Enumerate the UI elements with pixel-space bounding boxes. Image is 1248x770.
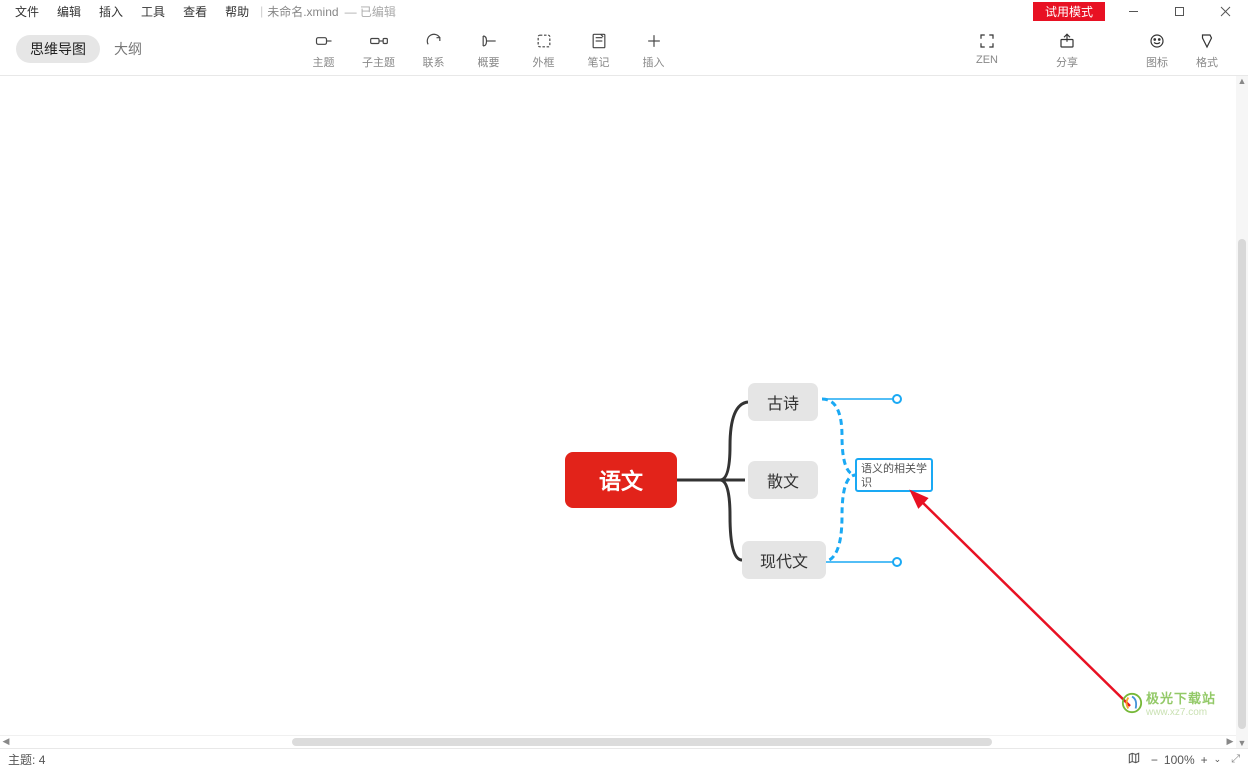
document-status: — 已编辑 (345, 3, 396, 20)
zoom-out-button[interactable]: − (1151, 753, 1158, 767)
topic-icon (296, 28, 351, 54)
child-node-3[interactable]: 现代文 (742, 541, 826, 579)
notes-icon (571, 28, 626, 54)
tool-insert-button[interactable]: 插入 (626, 28, 681, 70)
zoom-dropdown-button[interactable]: ⌄ (1214, 754, 1222, 765)
relationship-icon (406, 28, 461, 54)
watermark: 极光下载站 www.xz7.com (1121, 688, 1216, 718)
markers-icon (1132, 28, 1182, 54)
window-minimize-button[interactable] (1110, 0, 1156, 22)
child-node-2[interactable]: 散文 (748, 461, 818, 499)
menu-edit[interactable]: 编辑 (48, 3, 90, 20)
view-mindmap-button[interactable]: 思维导图 (16, 35, 100, 63)
menu-tools[interactable]: 工具 (132, 3, 174, 20)
title-divider: | (260, 4, 263, 18)
boundary-icon (516, 28, 571, 54)
topic-count-value: 4 (39, 753, 46, 767)
tool-relationship-button[interactable]: 联系 (406, 28, 461, 70)
zoom-in-button[interactable]: + (1201, 753, 1208, 767)
tool-boundary-button[interactable]: 外框 (516, 28, 571, 70)
window-maximize-button[interactable] (1156, 0, 1202, 22)
scroll-left-arrow-icon[interactable]: ◀ (0, 736, 12, 748)
insert-icon (626, 28, 681, 54)
window-close-button[interactable] (1202, 0, 1248, 22)
menu-file[interactable]: 文件 (6, 3, 48, 20)
style-icon (1182, 28, 1232, 54)
summary-icon (461, 28, 516, 54)
zen-icon (962, 28, 1012, 54)
menu-insert[interactable]: 插入 (90, 3, 132, 20)
zen-mode-button[interactable]: ZEN (962, 28, 1012, 70)
horizontal-scrollbar[interactable]: ◀ ▶ (0, 735, 1236, 748)
map-overview-button[interactable] (1127, 751, 1141, 768)
map-icon (1127, 751, 1141, 765)
style-panel-button[interactable]: 格式 (1182, 28, 1232, 70)
vertical-scrollbar-thumb[interactable] (1238, 239, 1246, 729)
central-topic-node[interactable]: 语文 (565, 452, 677, 508)
summary-label-input[interactable]: 语义的相关学识 (855, 458, 933, 492)
scroll-right-arrow-icon[interactable]: ▶ (1224, 736, 1236, 748)
tool-notes-button[interactable]: 笔记 (571, 28, 626, 70)
document-filename: 未命名.xmind (267, 3, 338, 20)
scroll-down-arrow-icon[interactable]: ▼ (1236, 738, 1248, 748)
markers-panel-button[interactable]: 图标 (1132, 28, 1182, 70)
watermark-icon (1121, 692, 1143, 714)
trial-mode-badge[interactable]: 试用模式 (1033, 2, 1105, 21)
topic-count-label: 主题: (8, 753, 35, 767)
view-outline-button[interactable]: 大纲 (100, 35, 156, 63)
menu-view[interactable]: 查看 (174, 3, 216, 20)
horizontal-scrollbar-thumb[interactable] (292, 738, 992, 746)
share-button[interactable]: 分享 (1042, 28, 1092, 70)
tool-topic-button[interactable]: 主题 (296, 28, 351, 70)
subtopic-icon (351, 28, 406, 54)
child-node-1[interactable]: 古诗 (748, 383, 818, 421)
vertical-scrollbar[interactable]: ▲ ▼ (1236, 76, 1248, 748)
view-toggle: 思维导图 大纲 (16, 35, 156, 63)
menu-help[interactable]: 帮助 (216, 3, 258, 20)
zoom-level[interactable]: 100% (1164, 753, 1195, 767)
canvas[interactable]: 语文 古诗 散文 现代文 语义的相关学识 极光下载站 www.xz7.com (0, 76, 1236, 748)
share-icon (1042, 28, 1092, 54)
tool-summary-button[interactable]: 概要 (461, 28, 516, 70)
tool-subtopic-button[interactable]: 子主题 (351, 28, 406, 70)
scroll-up-arrow-icon[interactable]: ▲ (1236, 76, 1248, 86)
fit-window-button[interactable]: ⤢ (1231, 753, 1240, 766)
